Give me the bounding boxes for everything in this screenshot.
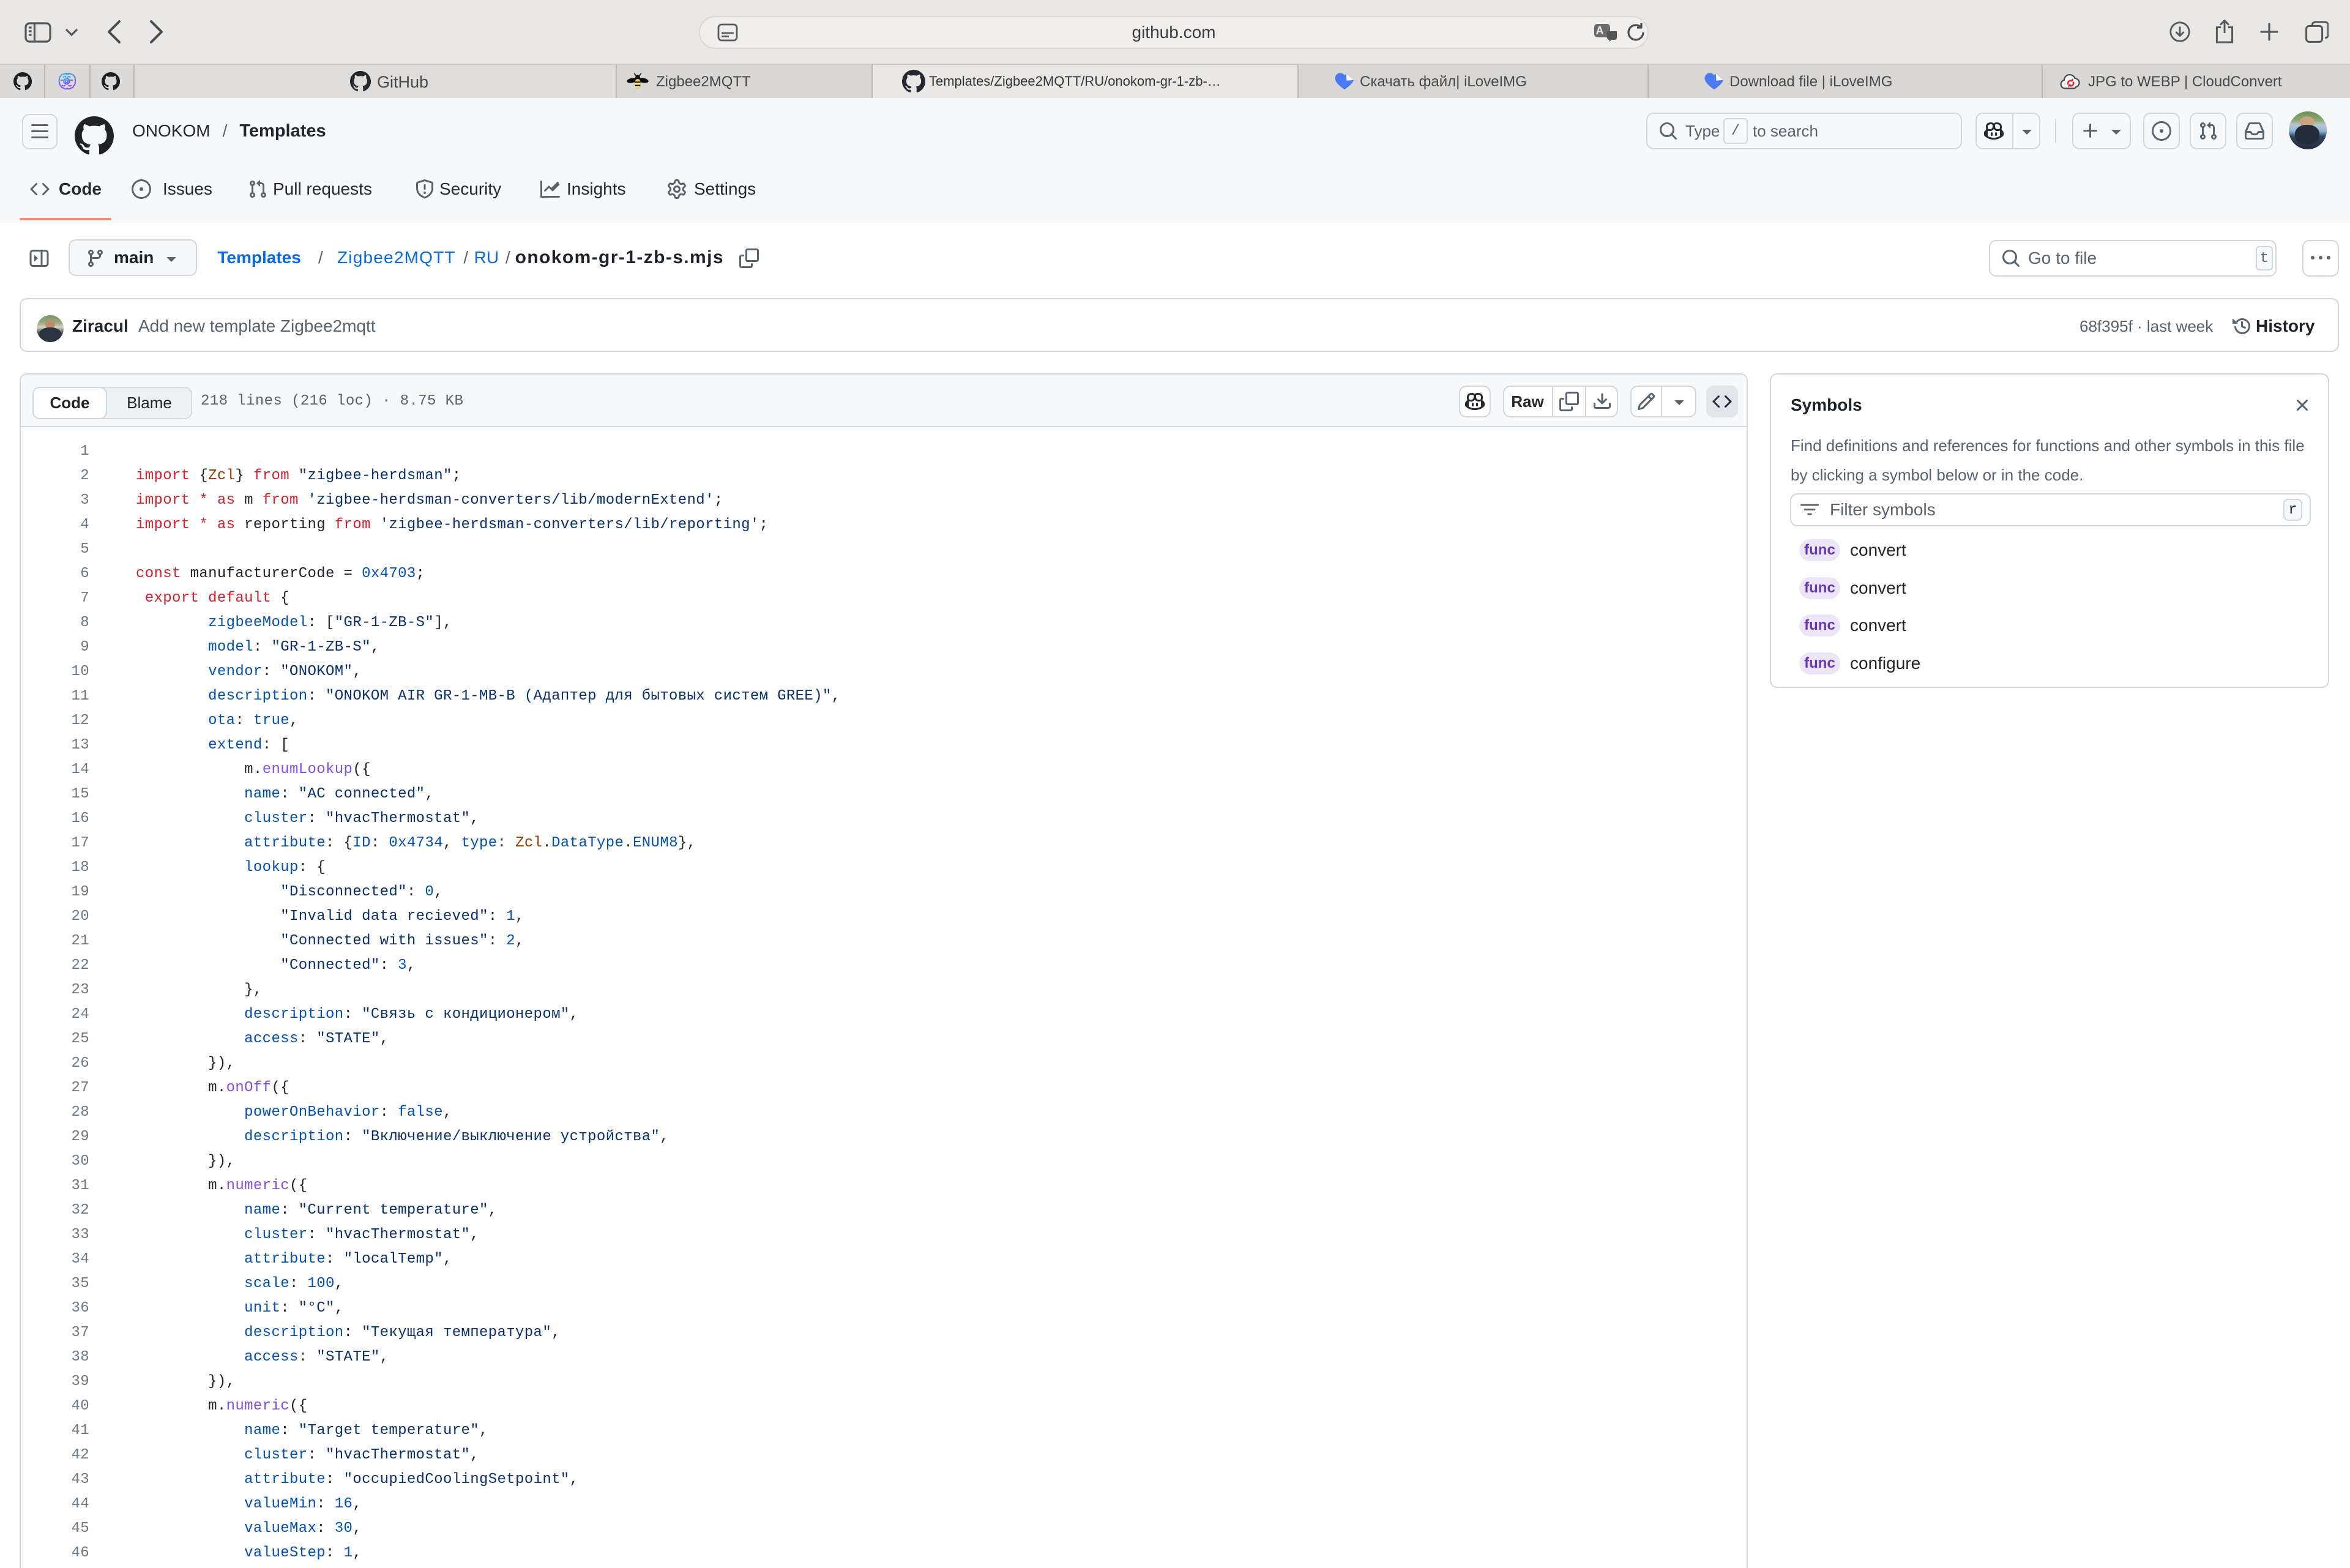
svg-text:A: A bbox=[1596, 24, 1604, 37]
